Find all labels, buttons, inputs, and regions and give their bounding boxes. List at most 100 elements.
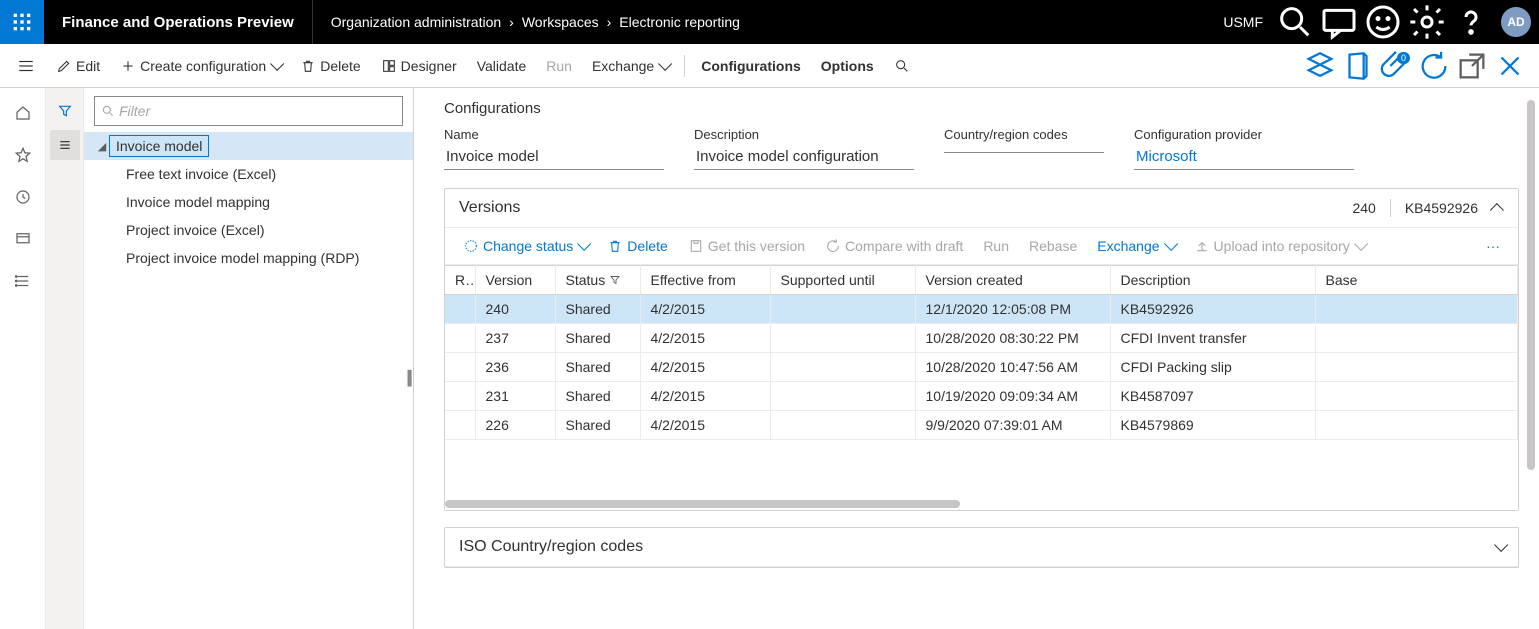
exchange-button[interactable]: Exchange xyxy=(582,44,678,88)
rebase-button: Rebase xyxy=(1021,234,1085,258)
nav-toggle[interactable] xyxy=(6,57,46,75)
table-row[interactable]: 226Shared4/2/20159/9/2020 07:39:01 AMKB4… xyxy=(445,411,1518,440)
tree-item[interactable]: Free text invoice (Excel) xyxy=(84,160,413,188)
version-delete-button[interactable]: Delete xyxy=(599,234,675,258)
name-label: Name xyxy=(444,127,664,142)
search-icon[interactable] xyxy=(1275,0,1315,44)
chat-icon[interactable] xyxy=(1319,0,1359,44)
favorites-icon[interactable] xyxy=(3,136,43,174)
options-label: Options xyxy=(821,58,874,74)
col-version[interactable]: Version xyxy=(475,266,555,295)
more-button[interactable]: ··· xyxy=(1478,234,1508,258)
create-configuration-button[interactable]: Create configuration xyxy=(110,44,290,88)
attachments-icon[interactable]: 0 xyxy=(1379,49,1413,83)
change-status-button[interactable]: Change status xyxy=(455,234,595,258)
validate-button[interactable]: Validate xyxy=(467,44,537,88)
tree-item-label: Invoice model xyxy=(110,136,208,156)
help-icon[interactable] xyxy=(1451,0,1491,44)
col-description[interactable]: Description xyxy=(1110,266,1315,295)
iso-title: ISO Country/region codes xyxy=(459,538,643,556)
summary-version: 240 xyxy=(1352,200,1375,216)
versions-card: Versions 240 KB4592926 Change status xyxy=(444,188,1519,511)
chevron-down-icon xyxy=(1164,237,1178,251)
designer-button[interactable]: Designer xyxy=(371,44,467,88)
header-fields: Name Invoice model Description Invoice m… xyxy=(444,127,1519,170)
gear-icon[interactable] xyxy=(1407,0,1447,44)
related-info-icon[interactable] xyxy=(50,130,80,160)
top-right: USMF AD xyxy=(1223,0,1539,44)
col-base[interactable]: Base xyxy=(1315,266,1518,295)
modules-icon[interactable] xyxy=(3,262,43,300)
close-icon[interactable] xyxy=(1493,49,1527,83)
smiley-icon[interactable] xyxy=(1363,0,1403,44)
options-tab[interactable]: Options xyxy=(811,44,884,88)
chevron-down-icon[interactable] xyxy=(1494,538,1508,552)
dynamics-icon[interactable] xyxy=(1303,49,1337,83)
version-exchange-button[interactable]: Exchange xyxy=(1089,234,1181,258)
left-mini-bar xyxy=(46,88,84,629)
description-label: Description xyxy=(694,127,914,142)
version-exchange-label: Exchange xyxy=(1097,238,1159,254)
caret-down-icon[interactable]: ◢ xyxy=(94,140,110,153)
cell-version: 231 xyxy=(475,382,555,411)
user-avatar[interactable]: AD xyxy=(1501,7,1531,37)
cell-status: Shared xyxy=(555,353,640,382)
chevron-up-icon[interactable] xyxy=(1490,203,1504,217)
vertical-scrollbar[interactable] xyxy=(1527,100,1535,480)
office-icon[interactable] xyxy=(1341,49,1375,83)
table-header: R... Version Status Effective from Suppo… xyxy=(445,266,1518,295)
cell-base xyxy=(1315,382,1518,411)
name-value[interactable]: Invoice model xyxy=(444,144,664,170)
tree-item[interactable]: Project invoice model mapping (RDP) xyxy=(84,244,413,272)
workspaces-icon[interactable] xyxy=(3,220,43,258)
table-row[interactable]: 236Shared4/2/201510/28/2020 10:47:56 AMC… xyxy=(445,353,1518,382)
separator xyxy=(684,55,685,77)
configurations-tab[interactable]: Configurations xyxy=(691,44,811,88)
home-icon[interactable] xyxy=(3,94,43,132)
description-value[interactable]: Invoice model configuration xyxy=(694,144,914,170)
filter-box[interactable] xyxy=(94,96,403,126)
provider-value[interactable]: Microsoft xyxy=(1134,144,1354,170)
recent-icon[interactable] xyxy=(3,178,43,216)
breadcrumb-item[interactable]: Electronic reporting xyxy=(619,14,740,30)
run-button: Run xyxy=(536,44,582,88)
delete-button[interactable]: Delete xyxy=(290,44,370,88)
breadcrumb: Organization administration › Workspaces… xyxy=(313,14,758,30)
tree-item[interactable]: Project invoice (Excel) xyxy=(84,216,413,244)
col-r[interactable]: R... xyxy=(445,266,475,295)
col-created[interactable]: Version created xyxy=(915,266,1110,295)
cell-status: Shared xyxy=(555,382,640,411)
cell-status: Shared xyxy=(555,411,640,440)
company-code[interactable]: USMF xyxy=(1223,14,1263,30)
filter-icon[interactable] xyxy=(50,96,80,126)
breadcrumb-item[interactable]: Organization administration xyxy=(331,14,501,30)
table-row[interactable]: 237Shared4/2/201510/28/2020 08:30:22 PMC… xyxy=(445,324,1518,353)
cell-created: 10/19/2020 09:09:34 AM xyxy=(915,382,1110,411)
filter-input[interactable] xyxy=(119,103,396,119)
popout-icon[interactable] xyxy=(1455,49,1489,83)
iso-header[interactable]: ISO Country/region codes xyxy=(445,528,1518,567)
tree-item[interactable]: Invoice model mapping xyxy=(84,188,413,216)
col-supported[interactable]: Supported until xyxy=(770,266,915,295)
table-row[interactable]: 231Shared4/2/201510/19/2020 09:09:34 AMK… xyxy=(445,382,1518,411)
find-button[interactable] xyxy=(884,44,920,88)
refresh-icon[interactable] xyxy=(1417,49,1451,83)
versions-header[interactable]: Versions 240 KB4592926 xyxy=(445,189,1518,228)
col-effective[interactable]: Effective from xyxy=(640,266,770,295)
top-bar: Finance and Operations Preview Organizat… xyxy=(0,0,1539,44)
edit-button[interactable]: Edit xyxy=(46,44,110,88)
upload-button: Upload into repository xyxy=(1186,234,1372,258)
cell-base xyxy=(1315,411,1518,440)
chevron-right-icon: › xyxy=(509,14,514,30)
table-row[interactable]: 240Shared4/2/201512/1/2020 12:05:08 PMKB… xyxy=(445,295,1518,324)
tree-item-root[interactable]: ◢ Invoice model xyxy=(84,132,413,160)
configurations-label: Configurations xyxy=(701,58,801,74)
breadcrumb-item[interactable]: Workspaces xyxy=(522,14,599,30)
cell-description: CFDI Packing slip xyxy=(1110,353,1315,382)
validate-label: Validate xyxy=(477,58,527,74)
cell-description: KB4579869 xyxy=(1110,411,1315,440)
col-status[interactable]: Status xyxy=(555,266,640,295)
app-launcher[interactable] xyxy=(0,0,44,44)
country-value[interactable] xyxy=(944,144,1104,153)
horizontal-scrollbar[interactable] xyxy=(445,500,1518,510)
